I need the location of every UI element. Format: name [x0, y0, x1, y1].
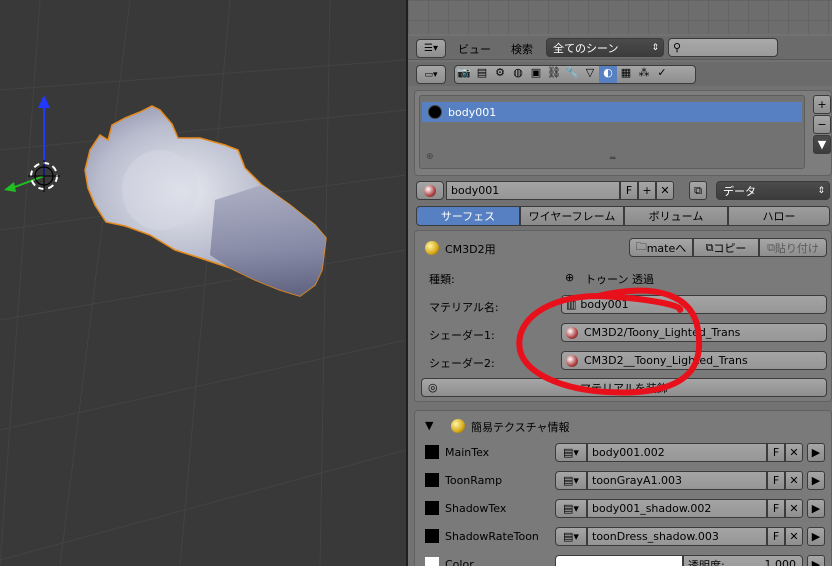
play-icon: ▶	[811, 530, 821, 543]
cm3d2-logo-icon	[451, 419, 465, 433]
color-label: Color	[445, 558, 474, 566]
texture-browse-button[interactable]: ▤▾	[555, 443, 587, 462]
close-icon: ✕	[789, 446, 799, 459]
texture-name-field[interactable]: toonGrayA1.003	[587, 471, 767, 490]
texture-play-button[interactable]: ▶	[807, 499, 825, 518]
grid-lines	[0, 0, 406, 566]
texture-unlink-button[interactable]: ✕	[785, 527, 803, 546]
texture-fake-user-button[interactable]: F	[767, 527, 785, 546]
maintex-swatch	[425, 445, 439, 459]
texture-play-button[interactable]: ▶	[807, 443, 825, 462]
shadowtex-swatch	[425, 501, 439, 515]
texture-name: toonDress_shadow.003	[592, 530, 719, 543]
image-icon: ▤▾	[563, 446, 579, 459]
texture-play-button[interactable]: ▶	[807, 471, 825, 490]
fake-user-label: F	[772, 446, 780, 459]
texture-browse-button[interactable]: ▤▾	[555, 527, 587, 546]
color-swatch	[425, 557, 439, 566]
texture-row-label: ShadowRateToon	[445, 530, 539, 543]
texture-row-label: MainTex	[445, 446, 490, 459]
image-icon: ▤▾	[563, 502, 579, 515]
texture-name-field[interactable]: body001.002	[587, 443, 767, 462]
alpha-field[interactable]: 透明度: 1.000	[683, 555, 803, 566]
properties-editor: ☰▾ ビュー 検索 全てのシーン ⇕ ⚲ ▭▾ 📷 ▤ ⚙ ◍ ▣ ⛓ 🔧 ▽ …	[408, 0, 832, 566]
close-icon: ✕	[789, 530, 799, 543]
collapse-triangle-icon[interactable]: ▼	[425, 419, 433, 432]
color-play-button[interactable]: ▶	[807, 555, 825, 566]
image-icon: ▤▾	[563, 474, 579, 487]
alpha-label: 透明度:	[688, 558, 725, 566]
texture-row-label: ToonRamp	[445, 474, 503, 487]
play-icon: ▶	[811, 446, 821, 459]
fake-user-label: F	[772, 530, 780, 543]
fake-user-label: F	[772, 502, 780, 515]
image-icon: ▤▾	[563, 530, 579, 543]
texture-name-field[interactable]: body001_shadow.002	[587, 499, 767, 518]
texture-browse-button[interactable]: ▤▾	[555, 471, 587, 490]
toonramp-swatch	[425, 473, 439, 487]
texture-fake-user-button[interactable]: F	[767, 499, 785, 518]
viewport-canvas[interactable]	[0, 0, 406, 566]
texture-fake-user-button[interactable]: F	[767, 443, 785, 462]
fake-user-label: F	[772, 474, 780, 487]
3d-viewport[interactable]	[0, 0, 406, 566]
texture-name: body001.002	[592, 446, 665, 459]
play-icon: ▶	[811, 502, 821, 515]
texture-row-label: ShadowTex	[445, 502, 507, 515]
color-field[interactable]	[555, 555, 683, 566]
texture-unlink-button[interactable]: ✕	[785, 443, 803, 462]
play-icon: ▶	[811, 558, 821, 566]
shadowrate-swatch	[425, 529, 439, 543]
texture-name: body001_shadow.002	[592, 502, 712, 515]
texture-fake-user-button[interactable]: F	[767, 471, 785, 490]
texture-info-panel: ▼ 簡易テクスチャ情報 MainTex ▤▾ body001.002 F ✕ ▶…	[414, 410, 832, 566]
body-mesh[interactable]	[84, 105, 327, 297]
texture-name-field[interactable]: toonDress_shadow.003	[587, 527, 767, 546]
texture-unlink-button[interactable]: ✕	[785, 471, 803, 490]
texture-play-button[interactable]: ▶	[807, 527, 825, 546]
play-icon: ▶	[811, 474, 821, 487]
texture-unlink-button[interactable]: ✕	[785, 499, 803, 518]
alpha-value: 1.000	[764, 558, 797, 566]
texture-panel-title: 簡易テクスチャ情報	[471, 421, 570, 434]
texture-name: toonGrayA1.003	[592, 474, 683, 487]
texture-browse-button[interactable]: ▤▾	[555, 499, 587, 518]
close-icon: ✕	[789, 502, 799, 515]
close-icon: ✕	[789, 474, 799, 487]
